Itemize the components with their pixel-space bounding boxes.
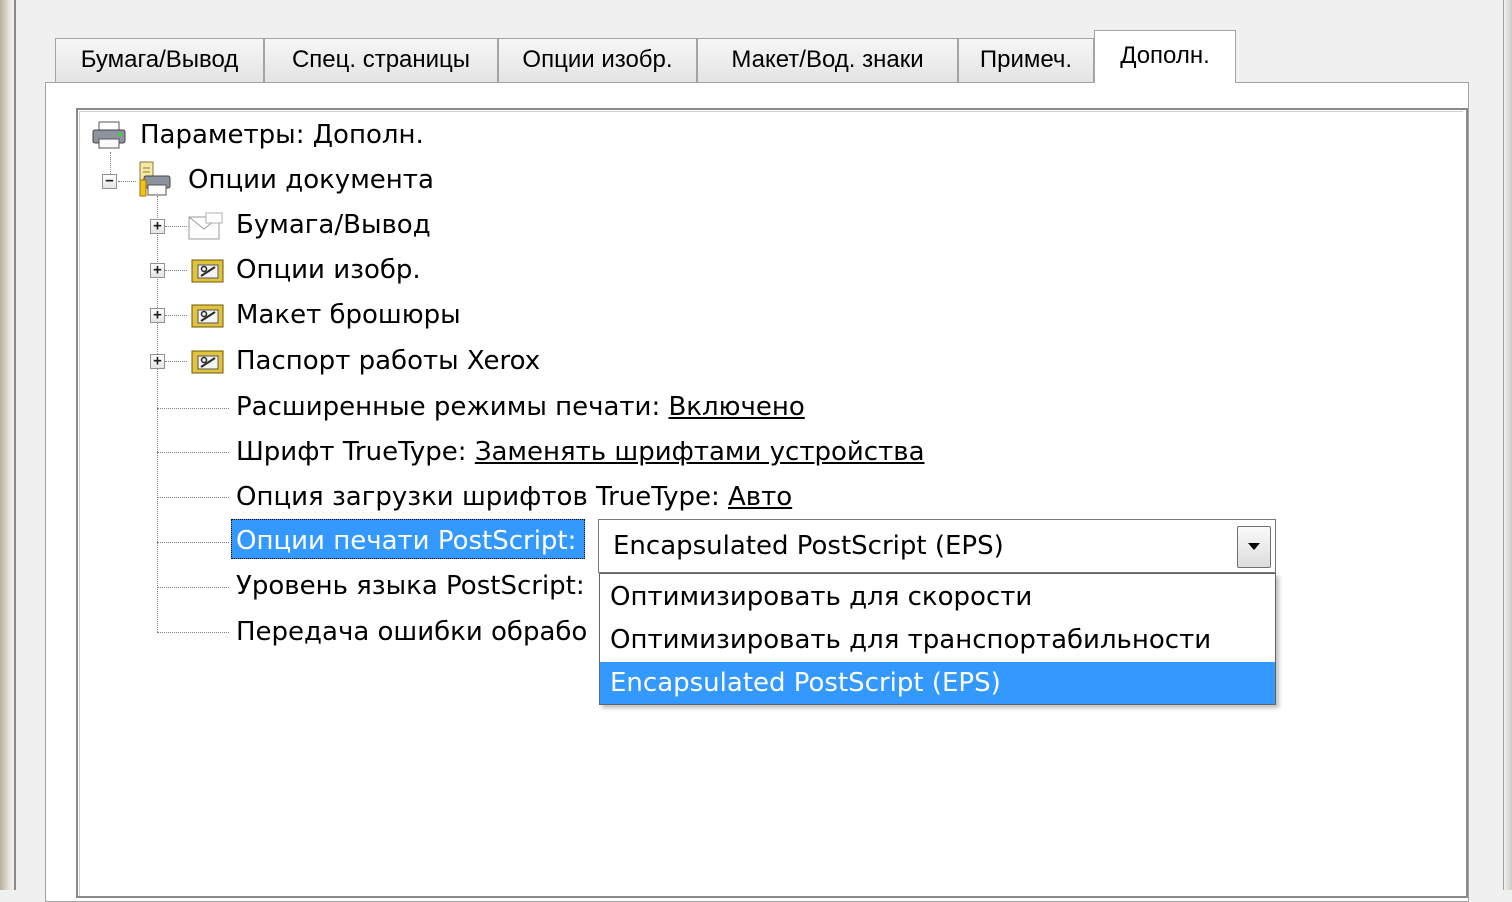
tree-group-image-options[interactable]: Опции изобр.: [236, 254, 421, 286]
chevron-down-icon: [1248, 543, 1260, 550]
setting-postscript-language-level[interactable]: Уровень языка PostScript:: [236, 570, 585, 602]
envelope-icon: [188, 212, 223, 240]
expand-toggle-icon[interactable]: +: [150, 263, 165, 278]
printer-icon: [92, 121, 126, 149]
setting-value[interactable]: Заменять шрифтами устройства: [475, 437, 925, 467]
printer-document-icon: [139, 161, 171, 197]
folder-settings-icon: [191, 350, 224, 374]
expand-toggle-icon[interactable]: +: [150, 354, 165, 369]
setting-error-handler[interactable]: Передача ошибки обрабо: [236, 616, 587, 648]
setting-value[interactable]: Авто: [728, 482, 792, 512]
dropdown-button[interactable]: [1237, 526, 1271, 568]
setting-advanced-print-modes[interactable]: Расширенные режимы печати: Включено: [236, 391, 805, 423]
expand-toggle-icon[interactable]: +: [150, 308, 165, 323]
folder-settings-icon: [191, 259, 224, 283]
postscript-options-combobox[interactable]: Encapsulated PostScript (EPS): [598, 519, 1276, 573]
expand-toggle-icon[interactable]: +: [150, 219, 165, 234]
collapse-toggle-icon[interactable]: −: [102, 174, 117, 189]
tree-root-label: Параметры: Дополн.: [140, 120, 424, 150]
setting-truetype-font[interactable]: Шрифт TrueType: Заменять шрифтами устрой…: [236, 436, 925, 468]
tree-group-booklet-layout[interactable]: Макет брошюры: [236, 299, 461, 331]
setting-truetype-download[interactable]: Опция загрузки шрифтов TrueType: Авто: [236, 481, 792, 513]
combobox-value: Encapsulated PostScript (EPS): [613, 531, 1004, 561]
postscript-options-dropdown-list: Оптимизировать для скорости Оптимизирова…: [599, 573, 1276, 705]
setting-postscript-options[interactable]: Опции печати PostScript:: [236, 525, 576, 557]
tree-group-paper-output[interactable]: Бумага/Вывод: [236, 209, 431, 241]
setting-value[interactable]: Включено: [668, 392, 804, 422]
dropdown-option-optimize-speed[interactable]: Оптимизировать для скорости: [600, 576, 1275, 618]
tree-document-options-label[interactable]: Опции документа: [188, 164, 434, 196]
dropdown-option-optimize-portability[interactable]: Оптимизировать для транспортабильности: [600, 619, 1275, 661]
dropdown-option-eps[interactable]: Encapsulated PostScript (EPS): [600, 662, 1275, 704]
tree-group-xerox-job-ticket[interactable]: Паспорт работы Xerox: [236, 345, 540, 377]
folder-settings-icon: [191, 304, 224, 328]
